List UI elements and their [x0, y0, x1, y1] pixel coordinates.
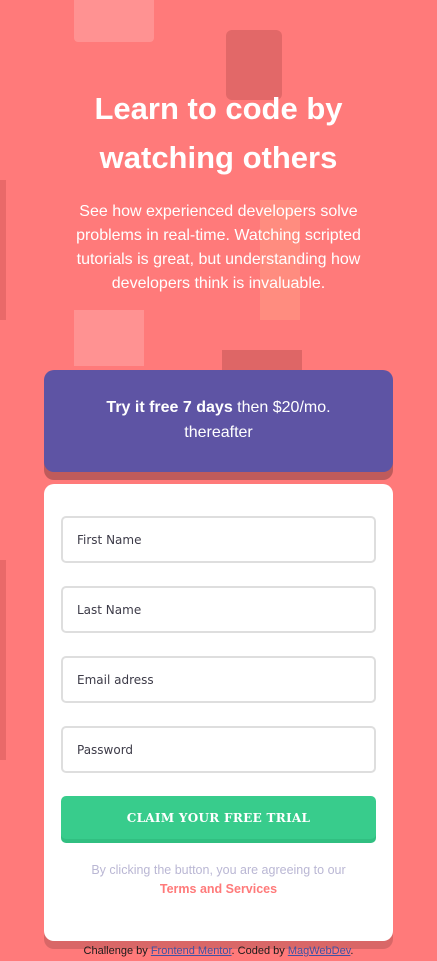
password-field-wrapper [61, 726, 376, 773]
attribution-suffix: . [350, 945, 354, 957]
attribution-middle: . Coded by [231, 945, 288, 957]
password-input[interactable] [77, 742, 360, 757]
email-field-wrapper [61, 656, 376, 703]
promo-banner: Try it free 7 days then $20/mo. thereaft… [44, 370, 393, 472]
first-name-field-wrapper [61, 516, 376, 563]
frontend-mentor-link[interactable]: Frontend Mentor [151, 945, 232, 957]
background-decoration [222, 350, 302, 372]
first-name-input[interactable] [77, 532, 360, 547]
attribution-prefix: Challenge by [83, 945, 151, 957]
hero-description: See how experienced developers solve pro… [76, 203, 361, 292]
terms-link[interactable]: Terms and Services [160, 882, 277, 896]
terms-notice: By clicking the button, you are agreeing… [61, 861, 376, 899]
author-link[interactable]: MagWebDev [288, 945, 351, 957]
background-decoration [74, 0, 154, 42]
signup-form: CLAIM YOUR FREE TRIAL By clicking the bu… [44, 484, 393, 941]
page-title: Learn to code by watching others [94, 91, 343, 175]
background-decoration [74, 310, 144, 366]
hero-section: Learn to code by watching others See how… [0, 84, 437, 296]
terms-prefix: By clicking the button, you are agreeing… [91, 863, 346, 877]
email-input[interactable] [77, 672, 360, 687]
claim-free-trial-button[interactable]: CLAIM YOUR FREE TRIAL [61, 796, 376, 839]
last-name-field-wrapper [61, 586, 376, 633]
attribution: Challenge by Frontend Mentor. Coded by M… [0, 945, 437, 957]
last-name-input[interactable] [77, 602, 360, 617]
background-decoration [0, 560, 6, 760]
promo-highlight: Try it free 7 days [106, 399, 233, 416]
